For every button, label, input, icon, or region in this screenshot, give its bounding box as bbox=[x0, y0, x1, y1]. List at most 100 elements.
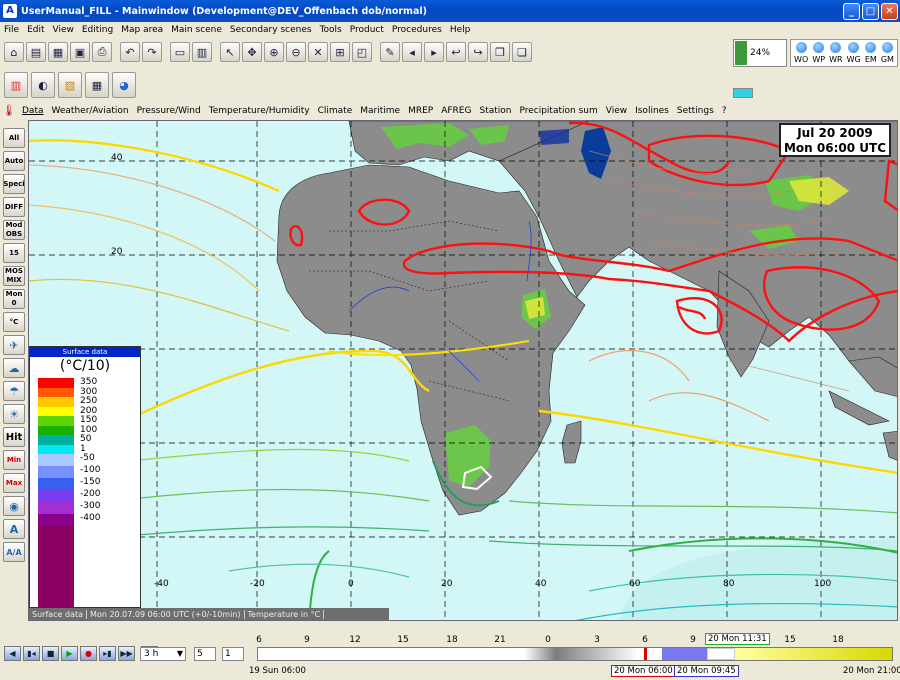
maximize-button[interactable]: □ bbox=[862, 2, 879, 20]
menu-edit[interactable]: Edit bbox=[23, 25, 48, 35]
mon-button[interactable]: Mon 0 bbox=[3, 289, 25, 309]
wind-icon[interactable]: ✈ bbox=[3, 335, 25, 355]
pointer-icon[interactable]: ↖ bbox=[220, 42, 240, 62]
menu-product[interactable]: Product bbox=[346, 25, 388, 35]
new-icon[interactable]: ▤ bbox=[26, 42, 46, 62]
rewind-icon[interactable]: ◀ bbox=[4, 646, 21, 661]
interval-button[interactable]: 15 bbox=[3, 243, 25, 263]
data-menu-weather[interactable]: Weather/Aviation bbox=[48, 106, 133, 116]
data-menu-maritime[interactable]: Maritime bbox=[356, 106, 404, 116]
menu-main-scene[interactable]: Main scene bbox=[167, 25, 226, 35]
hit-button[interactable]: Hit bbox=[3, 427, 25, 447]
zoom-out-icon[interactable]: ⊖ bbox=[286, 42, 306, 62]
arrow-left-icon[interactable]: ◂ bbox=[402, 42, 422, 62]
data-menu-isolines[interactable]: Isolines bbox=[631, 106, 673, 116]
rain-icon[interactable]: ☂ bbox=[3, 381, 25, 401]
menu-view[interactable]: View bbox=[49, 25, 78, 35]
legend-icon[interactable]: ▥ bbox=[4, 72, 28, 98]
save-icon[interactable]: ▣ bbox=[70, 42, 90, 62]
diff-button[interactable]: DIFF bbox=[3, 197, 25, 217]
chart-icon[interactable]: ▧ bbox=[58, 72, 82, 98]
data-menu-settings[interactable]: Settings bbox=[673, 106, 718, 116]
tick-label: 15 bbox=[784, 635, 796, 645]
region-wo[interactable]: WO bbox=[794, 42, 808, 66]
min-button[interactable]: Min bbox=[3, 450, 25, 470]
timeline[interactable]: 6 9 12 15 18 21 0 3 6 9 12 15 18 20 Mon … bbox=[249, 622, 900, 680]
color-legend[interactable]: Surface data (°C/10) 350 300 250 200 150 100 5… bbox=[29, 346, 141, 620]
mod-obs-button[interactable]: Mod OBS bbox=[3, 220, 25, 240]
cloud-icon[interactable]: ☁ bbox=[3, 358, 25, 378]
data-menu-pressure[interactable]: Pressure/Wind bbox=[133, 106, 205, 116]
menu-file[interactable]: File bbox=[0, 25, 23, 35]
region-gm[interactable]: GM bbox=[881, 42, 894, 66]
region-wg[interactable]: WG bbox=[847, 42, 861, 66]
data-menu-station[interactable]: Station bbox=[475, 106, 515, 116]
map-icon[interactable]: ◰ bbox=[352, 42, 372, 62]
copy-icon[interactable]: ❐ bbox=[490, 42, 510, 62]
data-menu-mrep[interactable]: MREP bbox=[404, 106, 437, 116]
forward-icon[interactable]: ↪ bbox=[468, 42, 488, 62]
grid-icon[interactable]: ▦ bbox=[85, 72, 109, 98]
close-button[interactable]: ✕ bbox=[881, 2, 898, 20]
play-icon[interactable]: ▶ bbox=[61, 646, 78, 661]
font-up-icon[interactable]: A bbox=[3, 519, 25, 539]
zoom-reset-icon[interactable]: ✕ bbox=[308, 42, 328, 62]
record-icon[interactable]: ● bbox=[80, 646, 97, 661]
undo-icon[interactable]: ↶ bbox=[120, 42, 140, 62]
paint-icon[interactable]: ◕ bbox=[112, 72, 136, 98]
region-wr[interactable]: WR bbox=[829, 42, 843, 66]
redo-icon[interactable]: ↷ bbox=[142, 42, 162, 62]
data-menu-data[interactable]: Data bbox=[18, 106, 48, 116]
data-menu-view[interactable]: View bbox=[602, 106, 631, 116]
tick-label: 9 bbox=[304, 635, 310, 645]
menu-map-area[interactable]: Map area bbox=[117, 25, 167, 35]
speci-button[interactable]: Speci bbox=[3, 174, 25, 194]
data-menu-afreg[interactable]: AFREG bbox=[437, 106, 475, 116]
time-step-select[interactable]: 3 h ▼ bbox=[140, 647, 186, 661]
font-toggle-button[interactable]: A/A bbox=[3, 542, 25, 562]
max-button[interactable]: Max bbox=[3, 473, 25, 493]
menu-help[interactable]: Help bbox=[446, 25, 475, 35]
interval-spinner[interactable]: 1 bbox=[222, 647, 244, 661]
menu-tools[interactable]: Tools bbox=[316, 25, 346, 35]
speed-spinner[interactable]: 5 bbox=[194, 647, 216, 661]
menu-secondary-scenes[interactable]: Secondary scenes bbox=[226, 25, 316, 35]
print-icon[interactable]: ⎙ bbox=[92, 42, 112, 62]
fast-forward-icon[interactable]: ▶▶ bbox=[118, 646, 135, 661]
title-bar[interactable]: A UserManual_FILL - Mainwindow (Developm… bbox=[0, 0, 900, 22]
window-icon[interactable]: ▭ bbox=[170, 42, 190, 62]
back-icon[interactable]: ↩ bbox=[446, 42, 466, 62]
step-forward-icon[interactable]: ▸▮ bbox=[99, 646, 116, 661]
stop-icon[interactable]: ■ bbox=[42, 646, 59, 661]
region-wp[interactable]: WP bbox=[812, 42, 825, 66]
menu-procedures[interactable]: Procedures bbox=[388, 25, 446, 35]
open-icon[interactable]: ▦ bbox=[48, 42, 68, 62]
station-icon[interactable]: ◉ bbox=[3, 496, 25, 516]
legend-unit: (°C/10) bbox=[59, 358, 111, 374]
minimize-button[interactable]: _ bbox=[843, 2, 860, 20]
pen-icon[interactable]: ✎ bbox=[380, 42, 400, 62]
timeline-bar[interactable] bbox=[257, 647, 893, 661]
region-em[interactable]: EM bbox=[865, 42, 877, 66]
all-button[interactable]: All bbox=[3, 128, 25, 148]
satellite-icon[interactable]: ◐ bbox=[31, 72, 55, 98]
data-menu-help[interactable]: ? bbox=[718, 106, 731, 116]
zoom-in-icon[interactable]: ⊕ bbox=[264, 42, 284, 62]
menu-editing[interactable]: Editing bbox=[78, 25, 117, 35]
legend-label: 150 bbox=[80, 415, 98, 425]
paste-icon[interactable]: ❏ bbox=[512, 42, 532, 62]
data-menu-temperature[interactable]: Temperature/Humidity bbox=[205, 106, 314, 116]
arrow-right-icon[interactable]: ▸ bbox=[424, 42, 444, 62]
home-icon[interactable]: ⌂ bbox=[4, 42, 24, 62]
sun-icon[interactable]: ☀ bbox=[3, 404, 25, 424]
pan-icon[interactable]: ✥ bbox=[242, 42, 262, 62]
data-menu-climate[interactable]: Climate bbox=[314, 106, 357, 116]
step-back-icon[interactable]: ▮◂ bbox=[23, 646, 40, 661]
export-icon[interactable]: ▥ bbox=[192, 42, 212, 62]
map-view[interactable]: Jul 20 2009 Mon 06:00 UTC 40 20 -40 -20 … bbox=[28, 120, 898, 621]
auto-button[interactable]: Auto bbox=[3, 151, 25, 171]
data-menu-precip[interactable]: Precipitation sum bbox=[515, 106, 601, 116]
celsius-button[interactable]: °C bbox=[3, 312, 25, 332]
mos-mix-button[interactable]: MOS MIX bbox=[3, 266, 25, 286]
zoom-area-icon[interactable]: ⊞ bbox=[330, 42, 350, 62]
